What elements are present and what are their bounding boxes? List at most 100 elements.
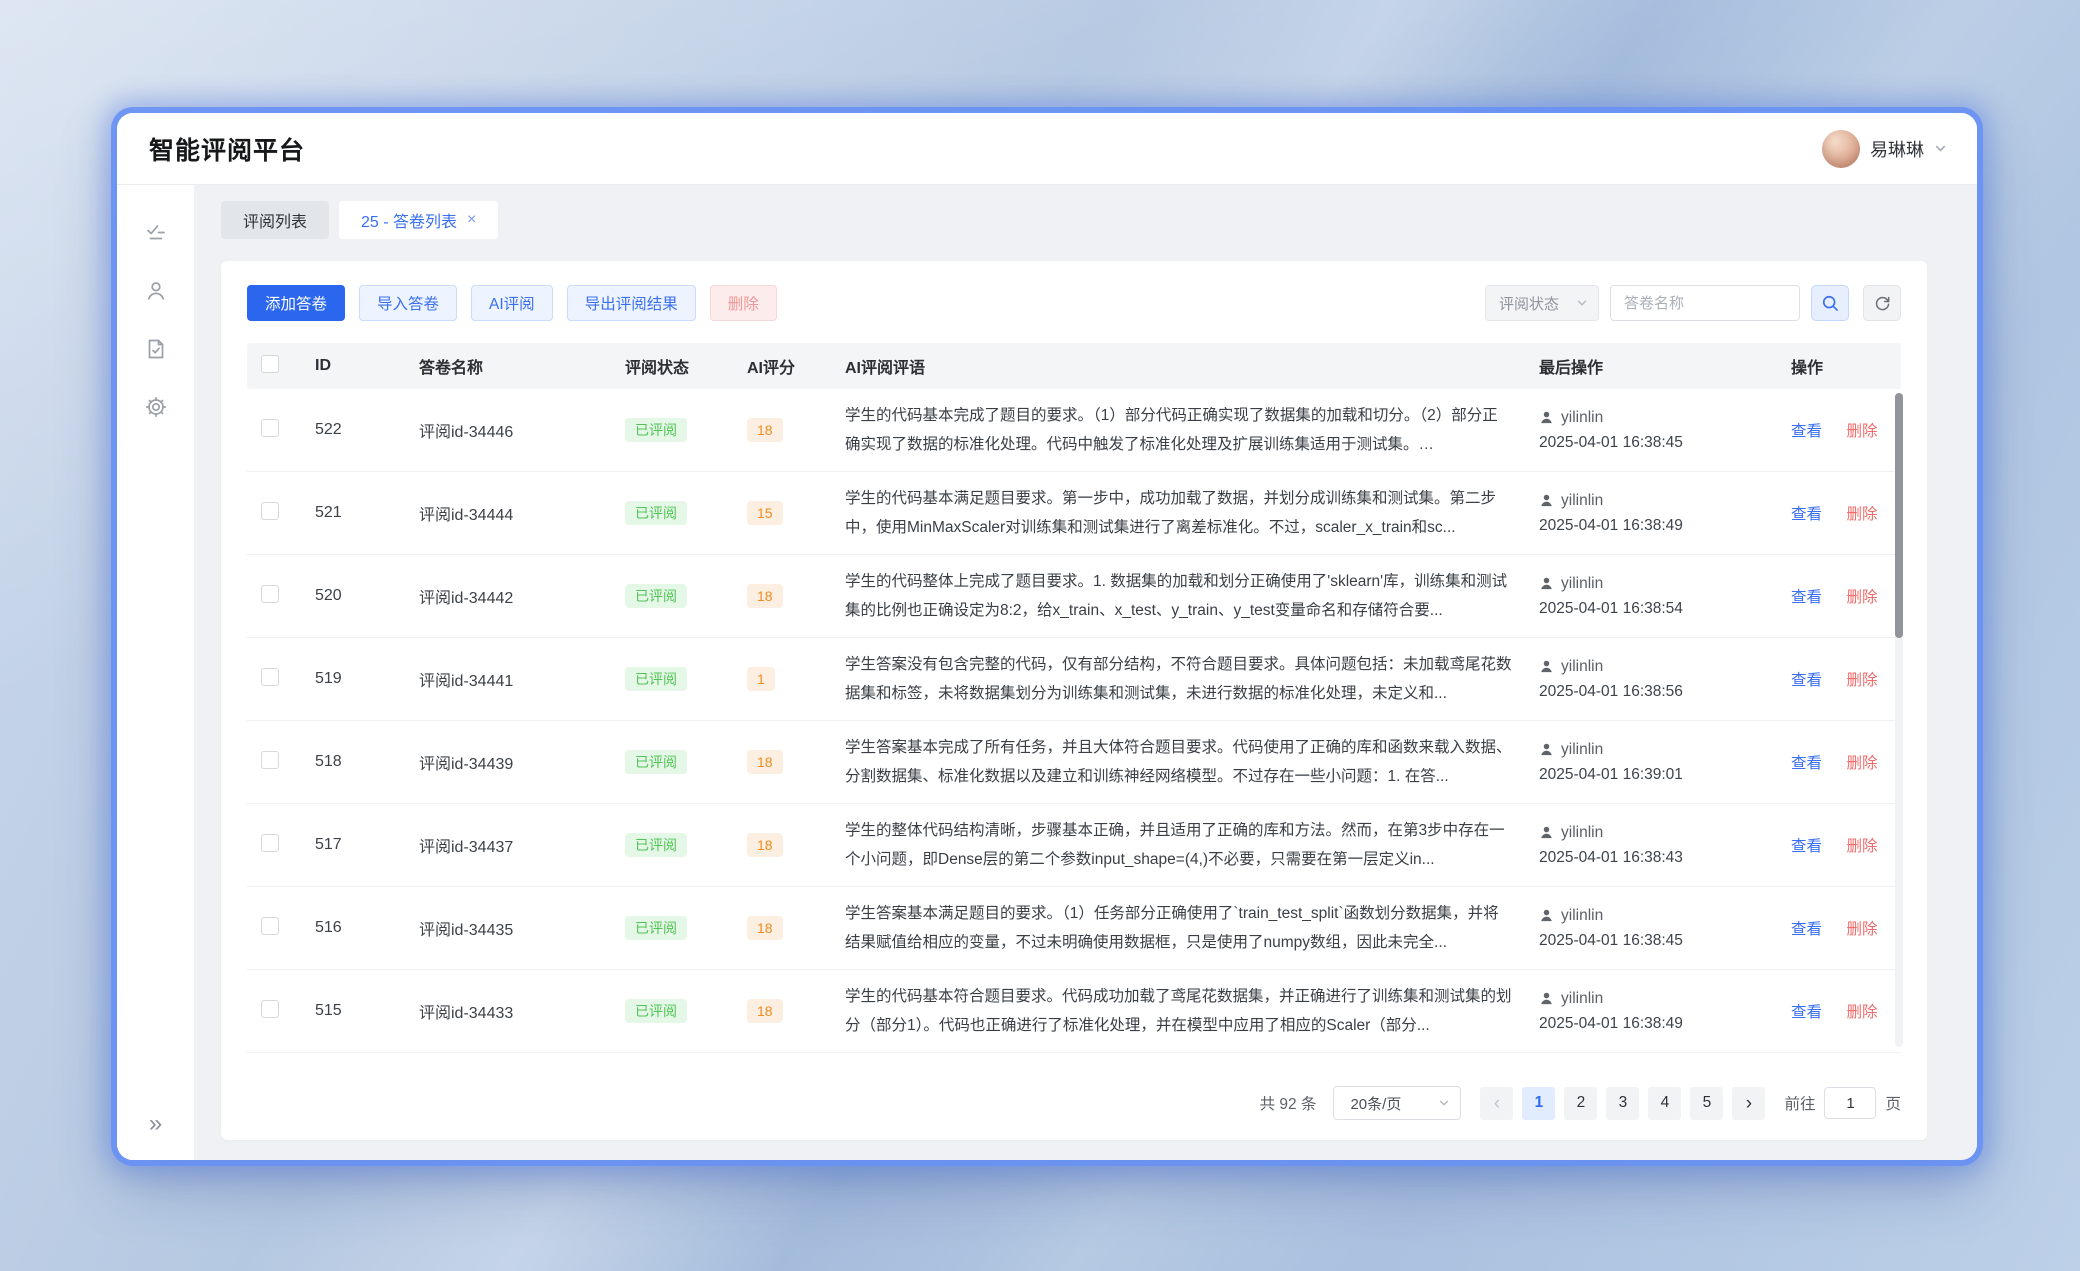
- col-header-id: ID: [315, 357, 419, 375]
- col-header-score: AI评分: [747, 354, 845, 378]
- toolbar-button[interactable]: 删除: [710, 285, 777, 321]
- goto-page-input[interactable]: [1824, 1087, 1876, 1119]
- score-badge: 18: [747, 833, 783, 857]
- row-operator: yilinlin: [1561, 575, 1603, 593]
- row-actions: 查看 删除: [1791, 751, 1887, 773]
- row-last-operation: yilinlin 2025-04-01 16:38:54: [1539, 575, 1791, 618]
- delete-link[interactable]: 删除: [1846, 838, 1877, 855]
- row-checkbox[interactable]: [261, 585, 279, 603]
- row-last-operation: yilinlin 2025-04-01 16:38:49: [1539, 492, 1791, 535]
- view-link[interactable]: 查看: [1791, 921, 1822, 938]
- delete-link[interactable]: 删除: [1846, 423, 1877, 440]
- search-button[interactable]: [1811, 285, 1849, 321]
- sidebar-item-review-list[interactable]: [134, 211, 178, 255]
- table-row: 517 评阅id-34437 已评阅 18 学生的整体代码结构清晰，步骤基本正确…: [247, 804, 1901, 887]
- status-badge: 已评阅: [625, 418, 687, 442]
- desktop: { "app": { "title": "智能评阅平台" }, "user": …: [0, 0, 2080, 1271]
- tab[interactable]: 25 - 答卷列表 ×: [339, 201, 498, 239]
- view-link[interactable]: 查看: [1791, 672, 1822, 689]
- row-comment: 学生的代码基本满足题目要求。第一步中，成功加载了数据，并划分成训练集和测试集。第…: [845, 484, 1539, 542]
- row-checkbox[interactable]: [261, 668, 279, 686]
- toolbar-button[interactable]: AI评阅: [471, 285, 553, 321]
- toolbar-filters: 评阅状态: [1485, 285, 1901, 321]
- score-badge: 18: [747, 584, 783, 608]
- col-header-comment: AI评阅评语: [845, 354, 1539, 378]
- toolbar: 添加答卷 导入答卷 AI评阅 导出评阅结果 删除 评阅状态: [247, 285, 1901, 321]
- status-badge: 已评阅: [625, 999, 687, 1023]
- operator-icon: [1539, 493, 1554, 508]
- prev-page-button[interactable]: ‹: [1480, 1087, 1513, 1120]
- tab-bar: 评阅列表 25 - 答卷列表 ×: [221, 201, 1927, 239]
- row-checkbox[interactable]: [261, 917, 279, 935]
- view-link[interactable]: 查看: [1791, 1004, 1822, 1021]
- row-id: 521: [315, 504, 419, 522]
- view-link[interactable]: 查看: [1791, 838, 1822, 855]
- page-number-button[interactable]: 4: [1648, 1087, 1681, 1120]
- operator-icon: [1539, 825, 1554, 840]
- row-checkbox[interactable]: [261, 502, 279, 520]
- row-last-operation: yilinlin 2025-04-01 16:38:45: [1539, 409, 1791, 452]
- status-badge: 已评阅: [625, 667, 687, 691]
- row-time: 2025-04-01 16:38:43: [1539, 849, 1781, 867]
- score-badge: 1: [747, 667, 775, 691]
- row-actions: 查看 删除: [1791, 502, 1887, 524]
- select-all-checkbox[interactable]: [261, 355, 279, 373]
- row-checkbox[interactable]: [261, 1000, 279, 1018]
- delete-link[interactable]: 删除: [1846, 589, 1877, 606]
- row-id: 519: [315, 670, 419, 688]
- table-scrollbar-thumb[interactable]: [1895, 393, 1903, 638]
- score-badge: 18: [747, 999, 783, 1023]
- operator-icon: [1539, 659, 1554, 674]
- tab-close-icon[interactable]: ×: [467, 212, 476, 228]
- delete-link[interactable]: 删除: [1846, 755, 1877, 772]
- avatar[interactable]: [1822, 130, 1860, 168]
- row-time: 2025-04-01 16:38:49: [1539, 1015, 1781, 1033]
- table-scrollbar-track[interactable]: [1895, 393, 1903, 1047]
- page-number-button[interactable]: 1: [1522, 1087, 1555, 1120]
- row-name: 评阅id-34435: [419, 916, 625, 940]
- row-name: 评阅id-34444: [419, 501, 625, 525]
- row-checkbox[interactable]: [261, 751, 279, 769]
- page-size-select[interactable]: 20条/页: [1333, 1086, 1461, 1120]
- view-link[interactable]: 查看: [1791, 589, 1822, 606]
- view-link[interactable]: 查看: [1791, 755, 1822, 772]
- page-number-button[interactable]: 2: [1564, 1087, 1597, 1120]
- toolbar-button[interactable]: 导入答卷: [359, 285, 457, 321]
- sidebar-item-answer-sheets[interactable]: [134, 327, 178, 371]
- row-checkbox[interactable]: [261, 834, 279, 852]
- row-time: 2025-04-01 16:38:45: [1539, 434, 1781, 452]
- row-time: 2025-04-01 16:38:49: [1539, 517, 1781, 535]
- delete-link[interactable]: 删除: [1846, 1004, 1877, 1021]
- row-name: 评阅id-34446: [419, 418, 625, 442]
- sidebar-item-users[interactable]: [134, 269, 178, 313]
- delete-link[interactable]: 删除: [1846, 506, 1877, 523]
- tab[interactable]: 评阅列表: [221, 201, 329, 239]
- delete-link[interactable]: 删除: [1846, 921, 1877, 938]
- status-badge: 已评阅: [625, 916, 687, 940]
- user-menu[interactable]: 易琳琳: [1822, 130, 1947, 168]
- refresh-button[interactable]: [1863, 285, 1901, 321]
- col-header-lastop: 最后操作: [1539, 354, 1791, 378]
- toolbar-button[interactable]: 导出评阅结果: [567, 285, 696, 321]
- delete-link[interactable]: 删除: [1846, 672, 1877, 689]
- row-last-operation: yilinlin 2025-04-01 16:38:43: [1539, 824, 1791, 867]
- view-link[interactable]: 查看: [1791, 506, 1822, 523]
- row-checkbox[interactable]: [261, 419, 279, 437]
- name-search-input[interactable]: [1610, 285, 1800, 321]
- sidebar: »: [117, 185, 195, 1160]
- toolbar-button[interactable]: 添加答卷: [247, 285, 345, 321]
- next-page-button[interactable]: ›: [1732, 1087, 1765, 1120]
- chevron-down-icon: [1576, 297, 1588, 309]
- row-id: 518: [315, 753, 419, 771]
- row-name: 评阅id-34433: [419, 999, 625, 1023]
- page-number-button[interactable]: 3: [1606, 1087, 1639, 1120]
- score-badge: 18: [747, 418, 783, 442]
- row-operator: yilinlin: [1561, 990, 1603, 1008]
- sidebar-item-settings[interactable]: [134, 385, 178, 429]
- row-time: 2025-04-01 16:38:45: [1539, 932, 1781, 950]
- answers-table: ID 答卷名称 评阅状态 AI评分 AI评阅评语 最后操作 操作 522 评阅i…: [247, 343, 1901, 1053]
- view-link[interactable]: 查看: [1791, 423, 1822, 440]
- page-number-button[interactable]: 5: [1690, 1087, 1723, 1120]
- sidebar-collapse-button[interactable]: »: [139, 1106, 172, 1142]
- status-filter-select[interactable]: 评阅状态: [1485, 285, 1599, 321]
